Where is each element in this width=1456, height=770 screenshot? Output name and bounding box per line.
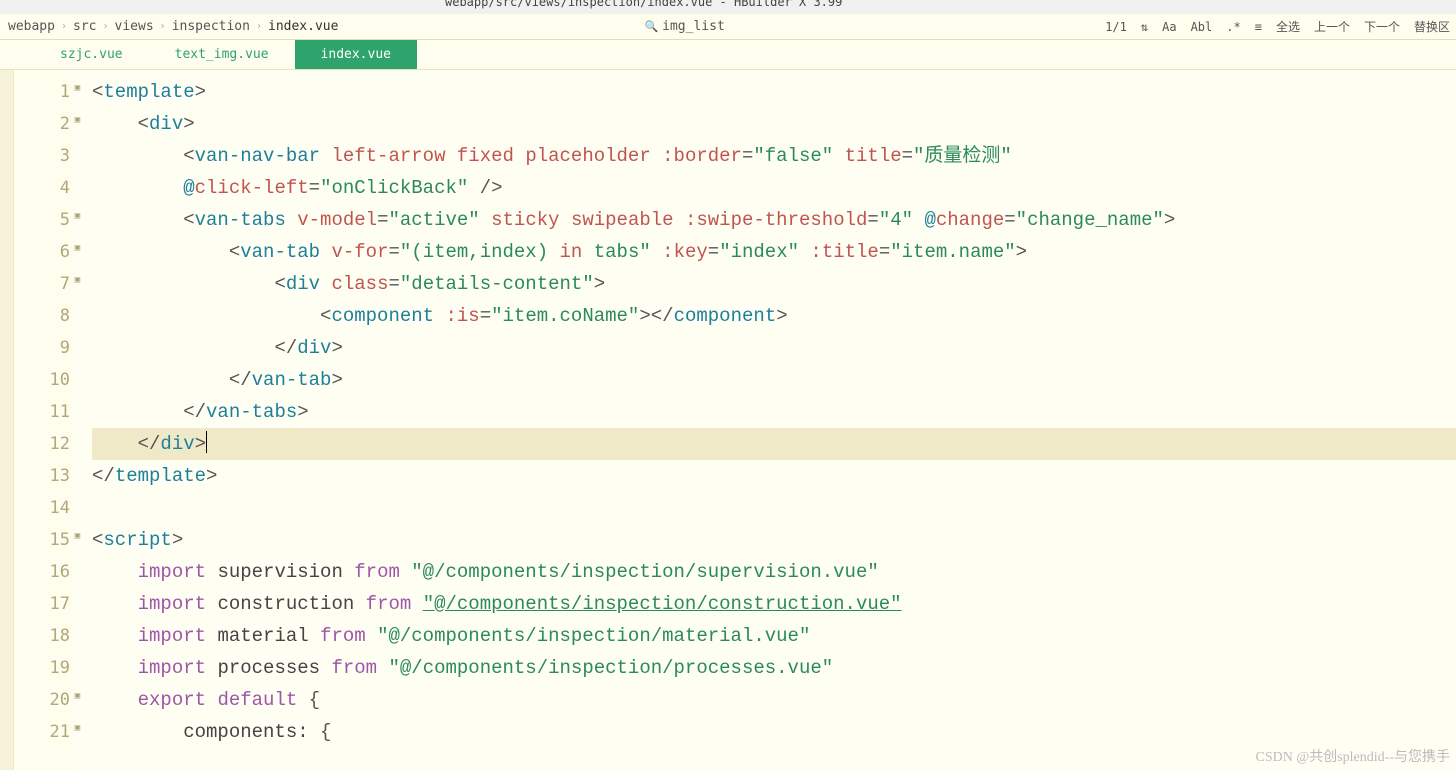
line-number[interactable]: 20▣ <box>14 684 70 716</box>
code-line[interactable]: import supervision from "@/components/in… <box>92 556 1456 588</box>
updown-icon[interactable]: ⇅ <box>1141 20 1148 34</box>
select-all-button[interactable]: 全选 <box>1276 18 1300 35</box>
watermark-text: CSDN @共创splendid--与您携手 <box>1255 746 1450 766</box>
line-number[interactable]: 17 <box>14 588 70 620</box>
crumb-webapp[interactable]: webapp <box>6 19 57 34</box>
editor-area: 1▣2▣345▣6▣7▣89101112131415▣1617181920▣21… <box>0 70 1456 770</box>
code-line[interactable]: import material from "@/components/inspe… <box>92 620 1456 652</box>
search-term: img_list <box>662 19 725 34</box>
word-toggle[interactable]: Abl <box>1191 20 1213 34</box>
line-number[interactable]: 10 <box>14 364 70 396</box>
code-line[interactable]: <van-tabs v-model="active" sticky swipea… <box>92 204 1456 236</box>
crumb-inspection[interactable]: inspection <box>170 19 252 34</box>
case-toggle[interactable]: Aa <box>1162 20 1176 34</box>
list-toggle[interactable]: ≡ <box>1255 20 1262 34</box>
line-number[interactable]: 15▣ <box>14 524 70 556</box>
code-line[interactable]: </div> <box>92 332 1456 364</box>
search-icon: 🔍 <box>644 20 658 33</box>
chevron-right-icon: › <box>256 21 262 32</box>
code-line[interactable]: <div> <box>92 108 1456 140</box>
window-title: webapp/src/views/inspection/index.vue - … <box>445 0 842 6</box>
code-line[interactable]: <van-nav-bar left-arrow fixed placeholde… <box>92 140 1456 172</box>
line-number[interactable]: 11 <box>14 396 70 428</box>
find-toolbar: 1/1 ⇅ Aa Abl .* ≡ 全选 上一个 下一个 替换区 <box>1105 18 1450 35</box>
line-number[interactable]: 1▣ <box>14 76 70 108</box>
regex-toggle[interactable]: .* <box>1226 20 1240 34</box>
chevron-right-icon: › <box>160 21 166 32</box>
chevron-right-icon: › <box>102 21 108 32</box>
line-number[interactable]: 9 <box>14 332 70 364</box>
line-number[interactable]: 14 <box>14 492 70 524</box>
line-number[interactable]: 21▣ <box>14 716 70 748</box>
replace-section-button[interactable]: 替换区 <box>1414 18 1450 35</box>
code-line[interactable]: <div class="details-content"> <box>92 268 1456 300</box>
line-number-gutter[interactable]: 1▣2▣345▣6▣7▣89101112131415▣1617181920▣21… <box>14 70 76 770</box>
code-line[interactable]: import processes from "@/components/insp… <box>92 652 1456 684</box>
line-number[interactable]: 16 <box>14 556 70 588</box>
editor-tab-bar: szjc.vuetext_img.vueindex.vue <box>0 40 1456 70</box>
line-number[interactable]: 6▣ <box>14 236 70 268</box>
menu-bar: webapp/src/views/inspection/index.vue - … <box>0 0 1456 14</box>
editor-tab[interactable]: index.vue <box>295 40 417 69</box>
code-line[interactable]: <component :is="item.coName"></component… <box>92 300 1456 332</box>
code-line[interactable]: export default { <box>92 684 1456 716</box>
code-line[interactable]: <van-tab v-for="(item,index) in tabs" :k… <box>92 236 1456 268</box>
code-line[interactable]: </template> <box>92 460 1456 492</box>
breadcrumb-bar: webapp › src › views › inspection › index.vu… <box>0 14 1456 40</box>
line-number[interactable]: 2▣ <box>14 108 70 140</box>
line-number[interactable]: 3 <box>14 140 70 172</box>
editor-tab[interactable]: szjc.vue <box>34 40 149 69</box>
line-number[interactable]: 18 <box>14 620 70 652</box>
next-match-button[interactable]: 下一个 <box>1364 18 1400 35</box>
editor-tab[interactable]: text_img.vue <box>149 40 295 69</box>
crumb-src[interactable]: src <box>71 19 98 34</box>
line-number[interactable]: 4 <box>14 172 70 204</box>
code-line[interactable] <box>92 492 1456 524</box>
line-number[interactable]: 12 <box>14 428 70 460</box>
breakpoint-gutter[interactable] <box>0 70 14 770</box>
code-line[interactable]: </div> <box>92 428 1456 460</box>
code-line[interactable]: <template> <box>92 76 1456 108</box>
crumb-file[interactable]: index.vue <box>266 19 340 34</box>
code-line[interactable]: components: { <box>92 716 1456 748</box>
breadcrumb[interactable]: webapp › src › views › inspection › index.vu… <box>6 19 725 34</box>
code-line[interactable]: @click-left="onClickBack" /> <box>92 172 1456 204</box>
chevron-right-icon: › <box>61 21 67 32</box>
code-line[interactable]: <script> <box>92 524 1456 556</box>
code-line[interactable]: import construction from "@/components/i… <box>92 588 1456 620</box>
prev-match-button[interactable]: 上一个 <box>1314 18 1350 35</box>
line-number[interactable]: 7▣ <box>14 268 70 300</box>
line-number[interactable]: 5▣ <box>14 204 70 236</box>
code-line[interactable]: </van-tab> <box>92 364 1456 396</box>
line-number[interactable]: 8 <box>14 300 70 332</box>
crumb-views[interactable]: views <box>113 19 156 34</box>
match-counter: 1/1 <box>1105 20 1127 34</box>
line-number[interactable]: 13 <box>14 460 70 492</box>
code-editor[interactable]: <template> <div> <van-nav-bar left-arrow… <box>76 70 1456 770</box>
line-number[interactable]: 19 <box>14 652 70 684</box>
search-indicator[interactable]: 🔍 img_list <box>644 19 724 34</box>
code-line[interactable]: </van-tabs> <box>92 396 1456 428</box>
